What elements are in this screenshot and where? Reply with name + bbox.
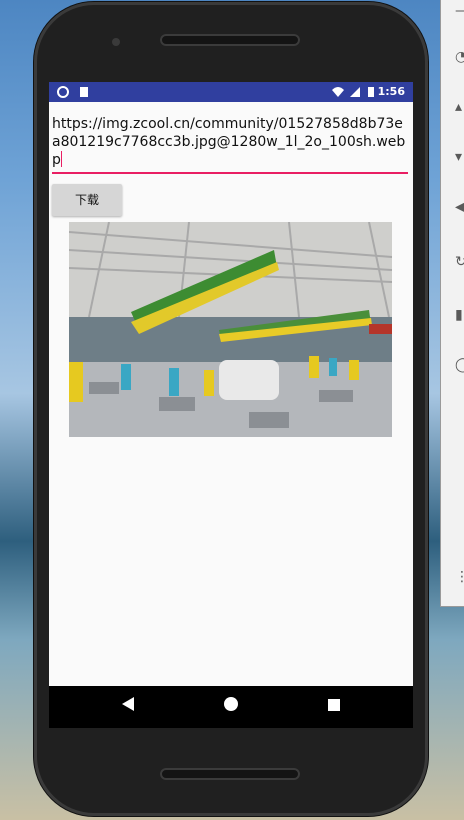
signal-icon bbox=[349, 86, 361, 101]
screenshot-icon[interactable]: ▮ bbox=[455, 308, 464, 322]
front-camera bbox=[112, 38, 120, 46]
bottom-speaker bbox=[160, 768, 300, 780]
top-speaker bbox=[160, 34, 300, 46]
wifi-icon bbox=[331, 86, 345, 101]
url-input[interactable]: https://img.zcool.cn/community/01527858d… bbox=[52, 115, 408, 171]
circle-icon bbox=[57, 86, 69, 101]
url-input-text: https://img.zcool.cn/community/01527858d… bbox=[52, 116, 406, 168]
volume-down-icon[interactable]: ▾ bbox=[455, 150, 464, 164]
sim-icon bbox=[79, 86, 89, 101]
back-icon[interactable] bbox=[117, 696, 139, 718]
rotate-right-icon[interactable]: ↻ bbox=[455, 255, 464, 269]
battery-icon bbox=[367, 86, 375, 101]
text-cursor bbox=[60, 151, 62, 167]
more-icon[interactable]: ⋮ bbox=[455, 570, 464, 584]
power-icon[interactable]: ◔ bbox=[455, 50, 464, 64]
download-button[interactable]: 下载 bbox=[52, 184, 122, 216]
status-bar: 1:56 bbox=[49, 82, 413, 102]
rotate-left-icon[interactable]: ◀ bbox=[455, 200, 464, 214]
navigation-bar bbox=[49, 686, 413, 728]
downloaded-image bbox=[69, 222, 392, 437]
zoom-icon[interactable]: ◯ bbox=[455, 358, 464, 372]
emulator-side-toolbar: — ◔ ▴ ▾ ◀ ↻ ▮ ◯ ⋮ bbox=[440, 0, 464, 607]
device-screen: 1:56 https://img.zcool.cn/community/0152… bbox=[49, 82, 413, 728]
volume-up-icon[interactable]: ▴ bbox=[455, 100, 464, 114]
input-underline bbox=[52, 172, 408, 174]
recents-icon[interactable] bbox=[323, 696, 345, 718]
status-time: 1:56 bbox=[377, 85, 405, 98]
home-icon[interactable] bbox=[220, 696, 242, 718]
minimize-icon[interactable]: — bbox=[455, 4, 464, 18]
